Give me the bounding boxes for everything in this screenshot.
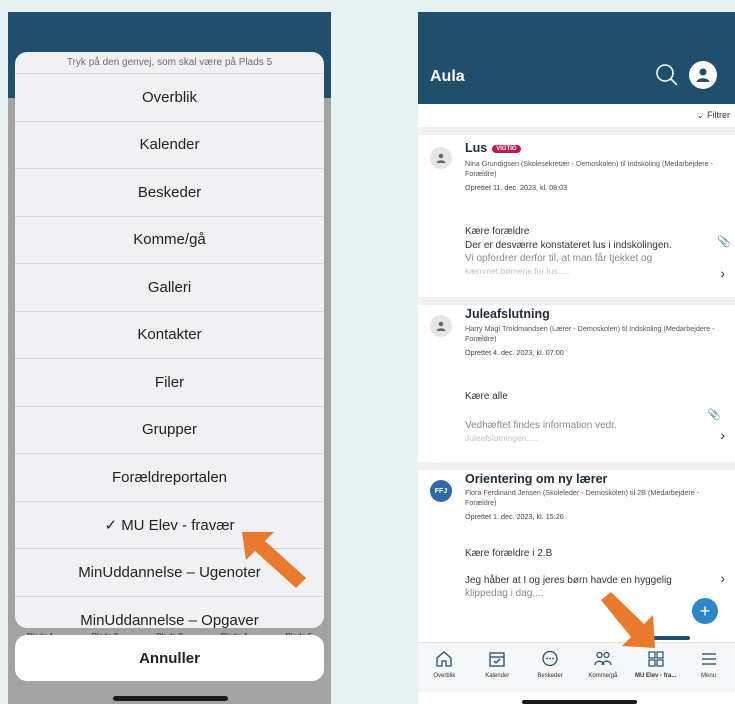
sheet-item-filer[interactable]: Filer bbox=[15, 359, 324, 407]
sheet-item-beskeder[interactable]: Beskeder bbox=[15, 169, 324, 217]
post-meta: Flora Ferdinand Jensen (Skoleleder - Dem… bbox=[465, 488, 700, 507]
divider bbox=[418, 297, 735, 305]
chevron-right-icon[interactable]: › bbox=[720, 427, 725, 443]
sheet-item-kontakter[interactable]: Kontakter bbox=[15, 312, 324, 359]
post-date: Oprettet 4. dec. 2023, kl. 07:00 bbox=[465, 348, 564, 357]
sheet-title: Tryk på den genvej, som skal være på Pla… bbox=[15, 52, 324, 74]
nav-label: Menu bbox=[701, 673, 717, 679]
post-body-line: Vi opfordrer derfor til, at man får tjek… bbox=[465, 253, 653, 264]
post-date: Oprettet 11. dec. 2023, kl. 08:03 bbox=[465, 183, 568, 192]
post-card[interactable]: Lus VIGTIG Nina Grundigsen (Skolesekretær… bbox=[418, 135, 735, 297]
post-title: Orientering om ny lærer bbox=[465, 472, 608, 486]
post-body-line: kæmmet børnene for lus..... bbox=[465, 266, 570, 276]
grid-icon bbox=[648, 651, 664, 667]
nav-item-overblik[interactable]: Overblik bbox=[419, 643, 469, 692]
post-greeting: Kære forældre i 2.B bbox=[465, 548, 553, 559]
post-greeting: Kære forældre bbox=[465, 226, 530, 237]
chat-icon bbox=[542, 650, 558, 667]
post-title: Lus VIGTIG bbox=[465, 141, 521, 155]
avatar-icon[interactable] bbox=[689, 61, 717, 89]
app-header: Aula bbox=[418, 12, 735, 104]
nav-item-menu[interactable]: Menu bbox=[684, 643, 734, 692]
home-indicator bbox=[522, 700, 637, 704]
user-avatar-icon bbox=[430, 147, 452, 169]
user-avatar-icon bbox=[430, 315, 452, 337]
right-phone-screen: Aula ⌄ Filtrer Lus VIGTIG Nina Grundigsen … bbox=[418, 12, 735, 704]
filter-label: Filtrer bbox=[707, 110, 730, 120]
user-avatar-icon: FFJ bbox=[430, 480, 452, 502]
cancel-button[interactable]: Annuller bbox=[15, 635, 324, 681]
menu-icon bbox=[701, 653, 716, 665]
people-icon bbox=[594, 651, 612, 666]
nav-item-beskeder[interactable]: Beskeder bbox=[525, 643, 575, 692]
post-meta: Nina Grundigsen (Skolesekretær - Demosko… bbox=[465, 159, 714, 178]
sheet-item-minuddannelse-opgaver[interactable]: MinUddannelse – Opgaver bbox=[15, 597, 324, 628]
nav-label: Beskeder bbox=[537, 673, 563, 679]
post-meta: Harry Magi Troldmandsen (Lærer - Demosko… bbox=[465, 324, 715, 343]
sheet-item-overblik[interactable]: Overblik bbox=[15, 74, 324, 122]
arrow-right-icon bbox=[601, 592, 655, 648]
calendar-icon bbox=[489, 652, 505, 667]
app-logo: Aula bbox=[430, 68, 465, 85]
post-title-text: Lus bbox=[465, 141, 488, 155]
chevron-right-icon[interactable]: › bbox=[720, 265, 725, 281]
post-body: Der er desværre konstateret lus i indsko… bbox=[465, 239, 672, 278]
search-icon[interactable] bbox=[655, 63, 679, 87]
post-body-line: Der er desværre konstateret lus i indsko… bbox=[465, 240, 672, 251]
post-card[interactable]: FFJ Orientering om ny lærer Flora Ferdin… bbox=[418, 470, 735, 634]
post-card[interactable]: Juleafslutning Harry Magi Troldmandsen (… bbox=[418, 305, 735, 462]
chevron-right-icon[interactable]: › bbox=[720, 570, 725, 586]
nav-label: Komme/gå bbox=[588, 673, 618, 679]
nav-item-kalender[interactable]: Kalender bbox=[472, 643, 522, 692]
paperclip-icon: 📎 bbox=[717, 236, 731, 248]
nav-label: Kalender bbox=[485, 673, 510, 679]
nav-label: MU Elev - fra... bbox=[635, 673, 677, 679]
post-body-line: Jeg håber at I og jeres børn havde en hy… bbox=[465, 575, 672, 586]
sheet-item-galleri[interactable]: Galleri bbox=[15, 264, 324, 312]
sheet-item-kalender[interactable]: Kalender bbox=[15, 122, 324, 169]
filter-button[interactable]: ⌄ Filtrer bbox=[696, 110, 733, 121]
home-icon bbox=[436, 651, 453, 667]
left-phone-screen: Plads 1 Plads 2 Plads 3 Plads 4 Plads 5 … bbox=[8, 12, 331, 704]
bottom-nav: Overblik Kalender Beskeder Komme/gå MU E… bbox=[418, 642, 735, 692]
post-body-line: Vedhæftet findes information vedr. bbox=[465, 420, 617, 431]
add-button[interactable]: + bbox=[692, 598, 718, 624]
arrow-left-icon bbox=[242, 532, 306, 588]
divider bbox=[418, 462, 735, 470]
sheet-item-komme-gaa[interactable]: Komme/gå bbox=[15, 217, 324, 264]
post-title: Juleafslutning bbox=[465, 307, 550, 321]
important-badge: VIGTIG bbox=[492, 144, 521, 153]
divider bbox=[418, 127, 735, 135]
chevron-down-icon: ⌄ bbox=[696, 110, 704, 120]
post-date: Oprettet 1. dec. 2023, kl. 15:26 bbox=[465, 512, 564, 521]
post-body: Vedhæftet findes information vedr. Julea… bbox=[465, 419, 617, 445]
paperclip-icon: 📎 bbox=[707, 409, 721, 421]
sheet-item-foraeldreportalen[interactable]: Forældreportalen bbox=[15, 454, 324, 502]
post-greeting: Kære alle bbox=[465, 391, 508, 402]
sheet-item-grupper[interactable]: Grupper bbox=[15, 407, 324, 454]
home-indicator bbox=[113, 696, 228, 701]
post-body-line: Juleafslutningen..... bbox=[465, 433, 539, 443]
nav-label: Overblik bbox=[433, 673, 456, 679]
